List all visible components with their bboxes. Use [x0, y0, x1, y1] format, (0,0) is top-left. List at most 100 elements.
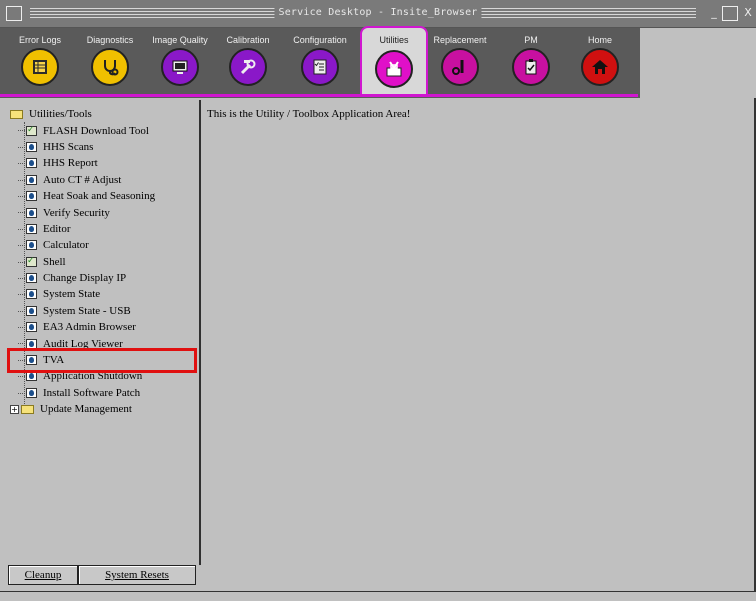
tab-image-quality[interactable]: Image Quality — [146, 30, 214, 94]
tree-item-label: Change Display IP — [43, 272, 127, 285]
tree-item-shell[interactable]: Shell — [10, 254, 155, 270]
document-icon — [26, 174, 37, 185]
checklist-icon — [301, 48, 339, 86]
tab-label: PM — [524, 35, 538, 45]
tab-label: Configuration — [293, 35, 347, 45]
tree-item-label: EA3 Admin Browser — [43, 321, 136, 334]
tree-item-label: Install Software Patch — [43, 386, 141, 399]
tree-item-system-state-usb[interactable]: System State - USB — [10, 303, 155, 319]
document-icon — [26, 322, 37, 333]
toolbox-icon — [375, 50, 413, 88]
monitor-icon — [161, 48, 199, 86]
tree-item-label: Audit Log Viewer — [43, 337, 123, 350]
document-icon — [26, 289, 37, 300]
tree-item-tva[interactable]: TVA — [10, 352, 155, 368]
tab-error-logs[interactable]: Error Logs — [6, 30, 74, 94]
log-sheet-icon — [21, 48, 59, 86]
document-icon — [26, 305, 37, 316]
document-icon — [26, 207, 37, 218]
tree-item-label: FLASH Download Tool — [43, 124, 149, 137]
document-icon — [26, 273, 37, 284]
tree-item-change-display-ip[interactable]: Change Display IP — [10, 270, 155, 286]
document-icon — [26, 191, 37, 202]
tree-item-label: Heat Soak and Seasoning — [43, 190, 156, 203]
tree-item-label: Calculator — [43, 239, 89, 252]
tab-pm[interactable]: PM — [497, 30, 565, 94]
window-menu-button[interactable] — [6, 6, 22, 21]
document-icon — [26, 387, 37, 398]
tab-home[interactable]: Home — [566, 30, 634, 94]
shell-icon — [26, 124, 37, 136]
document-icon — [26, 371, 37, 382]
tree-item-install-software-patch[interactable]: Install Software Patch — [10, 385, 155, 401]
tree-item-application-shutdown[interactable]: Application Shutdown — [10, 368, 155, 384]
tree-item-label: Verify Security — [43, 206, 110, 219]
document-icon — [26, 338, 37, 349]
tree-item-label: TVA — [43, 354, 65, 367]
document-icon — [26, 158, 37, 169]
tree-item-auto-ct-adjust[interactable]: Auto CT # Adjust — [10, 172, 155, 188]
stethoscope-icon — [91, 48, 129, 86]
window-titlebar[interactable]: Service Desktop - Insite_Browser _ X — [0, 0, 756, 28]
tab-label: Utilities — [379, 35, 409, 45]
expand-plus-icon[interactable]: + — [10, 404, 19, 414]
tree-item-label: Application Shutdown — [43, 370, 143, 383]
tree-folder-label: Update Management — [40, 403, 132, 416]
house-icon — [581, 48, 619, 86]
clipboard-icon — [512, 48, 550, 86]
tree-item-label: Editor — [43, 222, 71, 235]
tree-item-calculator[interactable]: Calculator — [10, 237, 155, 253]
tree-item-audit-log-viewer[interactable]: Audit Log Viewer — [10, 335, 155, 351]
wrench-icon — [229, 48, 267, 86]
tab-calibration[interactable]: Calibration — [214, 30, 282, 94]
tab-label: Home — [587, 35, 612, 45]
document-icon — [26, 141, 37, 152]
utility-application-area[interactable]: This is the Utility / Toolbox Applicatio… — [203, 100, 754, 587]
document-icon — [26, 355, 37, 366]
tab-label: Diagnostics — [86, 35, 134, 45]
tree-item-label: Auto CT # Adjust — [43, 173, 122, 186]
window-title: Service Desktop - Insite_Browser — [274, 7, 482, 18]
tree-item-label: System State — [43, 288, 101, 301]
tab-configuration[interactable]: Configuration — [286, 30, 354, 94]
folder-open-icon — [10, 109, 23, 119]
tools-icon — [441, 48, 479, 86]
tab-diagnostics[interactable]: Diagnostics — [76, 30, 144, 94]
minimize-button[interactable]: _ — [706, 6, 722, 21]
tree-item-label: System State - USB — [43, 304, 131, 317]
tree-root-label: Utilities/Tools — [29, 108, 92, 121]
window-bottom-border — [0, 591, 756, 601]
document-icon — [26, 240, 37, 251]
tab-replacement[interactable]: Replacement — [426, 30, 494, 94]
tab-label: Calibration — [226, 35, 270, 45]
tree-item-label: HHS Report — [43, 157, 98, 170]
tab-label: Error Logs — [18, 35, 62, 45]
maximize-button[interactable] — [722, 6, 738, 21]
tab-label: Replacement — [433, 35, 487, 45]
tree-folder-update-management[interactable]: + Update Management — [10, 401, 155, 417]
tree-item-hhs-report[interactable]: HHS Report — [10, 155, 155, 171]
shell-icon — [26, 255, 37, 267]
tree-item-verify-security[interactable]: Verify Security — [10, 204, 155, 220]
tree-item-ea3-admin-browser[interactable]: EA3 Admin Browser — [10, 319, 155, 335]
system-resets-button[interactable]: System Resets — [78, 565, 196, 585]
left-panel-buttons: Cleanup System Resets — [4, 565, 201, 587]
close-button[interactable]: X — [740, 6, 756, 21]
tree-item-flash-download-tool[interactable]: FLASH Download Tool — [10, 122, 155, 138]
document-icon — [26, 223, 37, 234]
cleanup-button[interactable]: Cleanup — [8, 565, 78, 585]
tree-root-utilities[interactable]: Utilities/Tools — [10, 106, 155, 122]
utilities-tree[interactable]: Utilities/Tools FLASH Download Tool HHS S… — [10, 106, 155, 417]
tree-item-system-state[interactable]: System State — [10, 286, 155, 302]
tree-item-label: HHS Scans — [43, 140, 94, 153]
utilities-tree-panel[interactable]: Utilities/Tools FLASH Download Tool HHS S… — [4, 100, 201, 565]
toolbar-accent-line — [0, 94, 638, 97]
tree-item-heat-soak-and-seasoning[interactable]: Heat Soak and Seasoning — [10, 188, 155, 204]
tab-label: Image Quality — [152, 35, 208, 45]
utility-area-message: This is the Utility / Toolbox Applicatio… — [207, 108, 411, 120]
tab-utilities[interactable]: Utilities — [360, 26, 428, 96]
tree-item-label: Shell — [43, 255, 66, 268]
folder-icon — [21, 404, 34, 414]
tree-item-hhs-scans[interactable]: HHS Scans — [10, 139, 155, 155]
tree-item-editor[interactable]: Editor — [10, 221, 155, 237]
